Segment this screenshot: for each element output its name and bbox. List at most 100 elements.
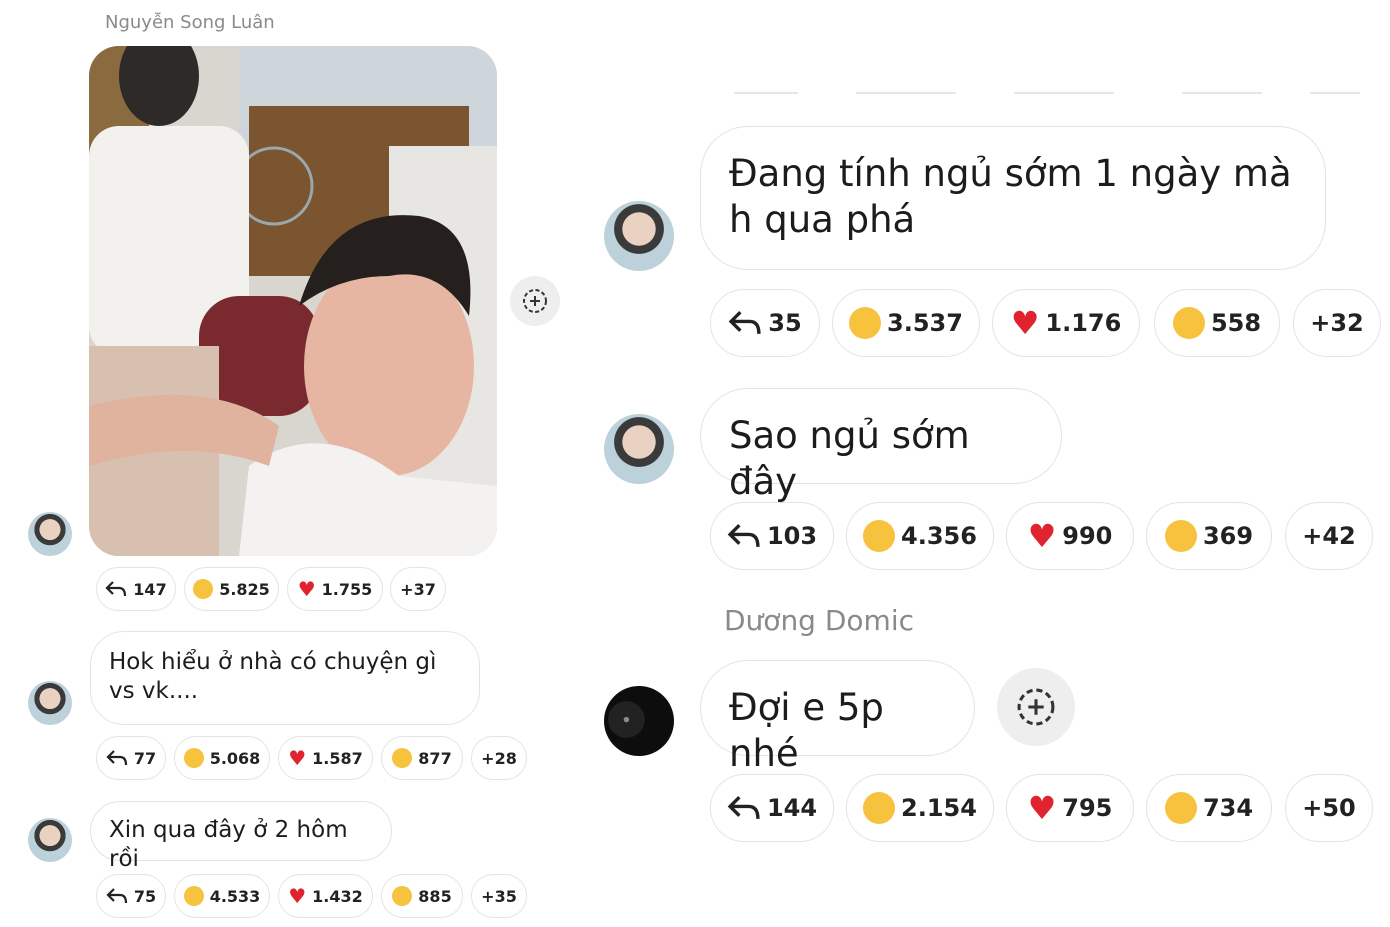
reaction-count: 3.537 bbox=[887, 309, 963, 337]
avatar[interactable] bbox=[604, 686, 674, 756]
grinning-squint-emoji bbox=[1164, 792, 1197, 824]
laughing-tears-emoji bbox=[183, 886, 204, 906]
add-reaction-icon bbox=[1017, 688, 1055, 726]
message-bubble[interactable]: Hok hiểu ở nhà có chuyện gì vs vk.... bbox=[90, 631, 480, 725]
reaction-count: 4.356 bbox=[901, 522, 977, 550]
message-bubble[interactable]: Xin qua đây ở 2 hôm rồi bbox=[90, 801, 392, 872]
reply-icon bbox=[727, 795, 760, 819]
reply-count-pill[interactable]: 147 bbox=[96, 567, 176, 611]
reaction-pill[interactable]: ♥ 1.432 bbox=[278, 874, 373, 918]
add-reaction-icon bbox=[523, 289, 547, 313]
laughing-tears-emoji bbox=[183, 748, 204, 768]
reaction-count: 885 bbox=[418, 886, 452, 906]
more-reactions-pill[interactable]: +28 bbox=[471, 736, 527, 780]
more-reactions-pill[interactable]: +37 bbox=[390, 567, 446, 611]
reply-count-pill[interactable]: 103 bbox=[710, 502, 834, 570]
avatar[interactable] bbox=[28, 818, 72, 862]
message-text: Đang tính ngủ sớm 1 ngày mà h qua phá bbox=[729, 152, 1292, 242]
more-reactions-pill[interactable]: +32 bbox=[1293, 289, 1381, 357]
reaction-count: 1.755 bbox=[321, 579, 373, 599]
reaction-count: 1.432 bbox=[312, 886, 363, 906]
reaction-count: 877 bbox=[418, 748, 452, 768]
message-text: Sao ngủ sớm đây bbox=[729, 414, 970, 504]
reaction-pill[interactable]: 885 bbox=[381, 874, 463, 918]
avatar[interactable] bbox=[28, 681, 72, 725]
reaction-count: 35 bbox=[768, 309, 802, 337]
more-reactions-pill[interactable]: +35 bbox=[471, 874, 527, 918]
photo-illustration bbox=[89, 46, 497, 556]
reaction-count: 5.068 bbox=[209, 748, 261, 768]
reaction-count: 990 bbox=[1062, 522, 1113, 550]
add-reaction-button[interactable] bbox=[510, 276, 560, 326]
avatar[interactable] bbox=[604, 201, 674, 271]
message-bubble[interactable]: Đang tính ngủ sớm 1 ngày mà h qua phá bbox=[700, 126, 1326, 270]
reaction-count: 2.154 bbox=[901, 794, 977, 822]
reaction-count: 795 bbox=[1062, 794, 1113, 822]
reaction-count: 4.533 bbox=[209, 886, 261, 906]
reaction-count: 77 bbox=[133, 748, 157, 768]
heart-emoji: ♥ bbox=[297, 577, 316, 601]
reaction-pill[interactable]: ♥ 990 bbox=[1006, 502, 1134, 570]
message-text: Xin qua đây ở 2 hôm rồi bbox=[109, 817, 348, 872]
add-reaction-button[interactable] bbox=[997, 668, 1075, 746]
hugging-emoji bbox=[1164, 520, 1197, 552]
reaction-pill[interactable]: 5.068 bbox=[174, 736, 270, 780]
grinning-squint-emoji bbox=[392, 886, 413, 906]
reaction-pill[interactable]: 3.537 bbox=[832, 289, 980, 357]
rolling-laughing-emoji bbox=[1172, 307, 1205, 339]
reaction-pill[interactable]: ♥ 795 bbox=[1006, 774, 1134, 842]
reply-icon bbox=[728, 310, 761, 334]
reaction-count: 75 bbox=[133, 886, 157, 906]
sender-name: Nguyễn Song Luân bbox=[105, 12, 275, 33]
reaction-count: 1.587 bbox=[312, 748, 363, 768]
reaction-pill[interactable]: 558 bbox=[1154, 289, 1280, 357]
avatar[interactable] bbox=[604, 414, 674, 484]
reaction-pill[interactable]: 5.825 bbox=[184, 567, 279, 611]
laughing-tears-emoji bbox=[849, 307, 882, 339]
reaction-count: +42 bbox=[1302, 522, 1356, 550]
reaction-pill[interactable]: 2.154 bbox=[846, 774, 994, 842]
reaction-pill[interactable]: 4.356 bbox=[846, 502, 994, 570]
reply-count-pill[interactable]: 77 bbox=[96, 736, 166, 780]
more-reactions-pill[interactable]: +42 bbox=[1285, 502, 1373, 570]
reply-icon bbox=[106, 750, 127, 766]
reaction-pill[interactable]: 369 bbox=[1146, 502, 1272, 570]
reaction-pill[interactable]: ♥ 1.176 bbox=[992, 289, 1140, 357]
reaction-count: +37 bbox=[400, 579, 436, 599]
shared-photo[interactable] bbox=[89, 46, 497, 556]
reaction-count: 558 bbox=[1210, 309, 1262, 337]
reaction-pill[interactable]: ♥ 1.587 bbox=[278, 736, 373, 780]
heart-emoji: ♥ bbox=[288, 746, 307, 770]
reaction-pill[interactable]: ♥ 1.755 bbox=[287, 567, 383, 611]
reaction-count: 147 bbox=[133, 579, 167, 599]
reaction-count: 1.176 bbox=[1045, 309, 1122, 337]
reply-count-pill[interactable]: 144 bbox=[710, 774, 834, 842]
reaction-pill[interactable]: 4.533 bbox=[174, 874, 270, 918]
laughing-tears-emoji bbox=[193, 579, 214, 599]
reply-icon bbox=[106, 888, 127, 904]
reaction-count: 103 bbox=[766, 522, 818, 550]
laughing-tears-emoji bbox=[863, 792, 896, 824]
reply-count-pill[interactable]: 75 bbox=[96, 874, 166, 918]
reaction-count: 5.825 bbox=[219, 579, 270, 599]
reply-count-pill[interactable]: 35 bbox=[710, 289, 820, 357]
message-text: Hok hiểu ở nhà có chuyện gì vs vk.... bbox=[109, 649, 437, 704]
reaction-count: +50 bbox=[1302, 794, 1356, 822]
heart-emoji: ♥ bbox=[1027, 517, 1057, 555]
reaction-count: 734 bbox=[1202, 794, 1254, 822]
reaction-pill[interactable]: 877 bbox=[381, 736, 463, 780]
reaction-count: +28 bbox=[481, 748, 517, 768]
heart-emoji: ♥ bbox=[1010, 304, 1040, 342]
message-bubble[interactable]: Sao ngủ sớm đây bbox=[700, 388, 1062, 503]
more-reactions-pill[interactable]: +50 bbox=[1285, 774, 1373, 842]
sender-name: Dương Domic bbox=[724, 604, 914, 637]
reaction-count: +35 bbox=[481, 886, 517, 906]
avatar[interactable] bbox=[28, 512, 72, 556]
laughing-tears-emoji bbox=[863, 520, 896, 552]
message-bubble[interactable]: Đợi e 5p nhé bbox=[700, 660, 975, 775]
reply-icon bbox=[727, 523, 760, 547]
heart-emoji: ♥ bbox=[1027, 789, 1057, 827]
grinning-squint-emoji bbox=[392, 748, 413, 768]
reaction-pill[interactable]: 734 bbox=[1146, 774, 1272, 842]
reaction-count: 144 bbox=[766, 794, 818, 822]
